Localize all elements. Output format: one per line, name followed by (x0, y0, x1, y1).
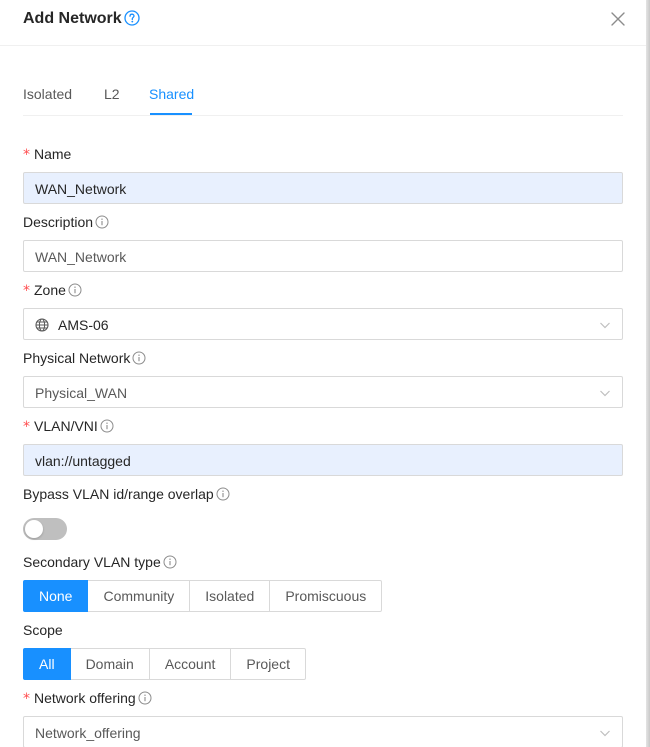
description-label: Description (23, 213, 109, 231)
secondary-vlan-community-option[interactable]: Community (88, 580, 191, 612)
secondary-vlan-promiscuous-option[interactable]: Promiscuous (270, 580, 383, 612)
physical-network-select[interactable]: Physical_WAN (23, 376, 623, 408)
scope-domain-option[interactable]: Domain (70, 648, 150, 680)
help-icon[interactable] (124, 10, 140, 26)
secondary-vlan-type-label: Secondary VLAN type (23, 553, 177, 571)
info-icon (163, 555, 177, 569)
scope-group: All Domain Account Project (23, 648, 306, 680)
secondary-vlan-isolated-option[interactable]: Isolated (190, 580, 271, 612)
active-tab-indicator (150, 113, 192, 115)
drawer-edge (646, 0, 650, 747)
scope-all-option[interactable]: All (23, 648, 71, 680)
required-marker: * (23, 147, 30, 163)
info-icon (216, 487, 230, 501)
tab-isolated[interactable]: Isolated (23, 85, 72, 103)
close-icon[interactable] (610, 11, 626, 27)
network-offering-select[interactable]: Network_offering (23, 716, 623, 747)
info-icon (95, 215, 109, 229)
tab-l2[interactable]: L2 (104, 85, 120, 103)
name-label: * Name (23, 146, 72, 163)
chevron-down-icon (600, 322, 610, 329)
info-icon (100, 419, 114, 433)
chevron-down-icon (600, 730, 610, 737)
required-marker: * (23, 283, 30, 299)
name-input[interactable]: WAN_Network (23, 172, 623, 204)
bypass-vlan-label: Bypass VLAN id/range overlap (23, 485, 230, 503)
bypass-vlan-toggle[interactable] (23, 518, 67, 540)
info-icon (132, 351, 146, 365)
network-offering-value: Network_offering (35, 725, 141, 741)
tab-shared[interactable]: Shared (149, 85, 194, 103)
secondary-vlan-none-option[interactable]: None (23, 580, 89, 612)
vlan-label: * VLAN/VNI (23, 417, 114, 436)
description-input[interactable]: WAN_Network (23, 240, 623, 272)
scope-account-option[interactable]: Account (149, 648, 232, 680)
required-marker: * (23, 691, 30, 707)
required-marker: * (23, 419, 30, 435)
dialog-header: Add Network (0, 0, 646, 46)
physical-network-label: Physical Network (23, 349, 146, 367)
dialog-title: Add Network (23, 10, 122, 27)
description-input-value: WAN_Network (35, 249, 127, 265)
info-icon (138, 691, 152, 705)
vlan-input[interactable]: vlan://untagged (23, 444, 623, 476)
globe-icon (35, 318, 49, 332)
scope-project-option[interactable]: Project (231, 648, 306, 680)
zone-select-value: AMS-06 (58, 317, 109, 333)
network-type-tabs: Isolated L2 Shared (23, 76, 623, 116)
vlan-input-value: vlan://untagged (35, 453, 131, 469)
scope-label: Scope (23, 622, 63, 638)
secondary-vlan-type-group: None Community Isolated Promiscuous (23, 580, 383, 612)
network-offering-label: * Network offering (23, 689, 152, 708)
chevron-down-icon (600, 390, 610, 397)
zone-label: * Zone (23, 281, 82, 300)
zone-select[interactable]: AMS-06 (23, 308, 623, 340)
name-input-value: WAN_Network (35, 181, 127, 197)
toggle-knob (25, 520, 43, 538)
info-icon (68, 283, 82, 297)
physical-network-value: Physical_WAN (35, 385, 128, 401)
